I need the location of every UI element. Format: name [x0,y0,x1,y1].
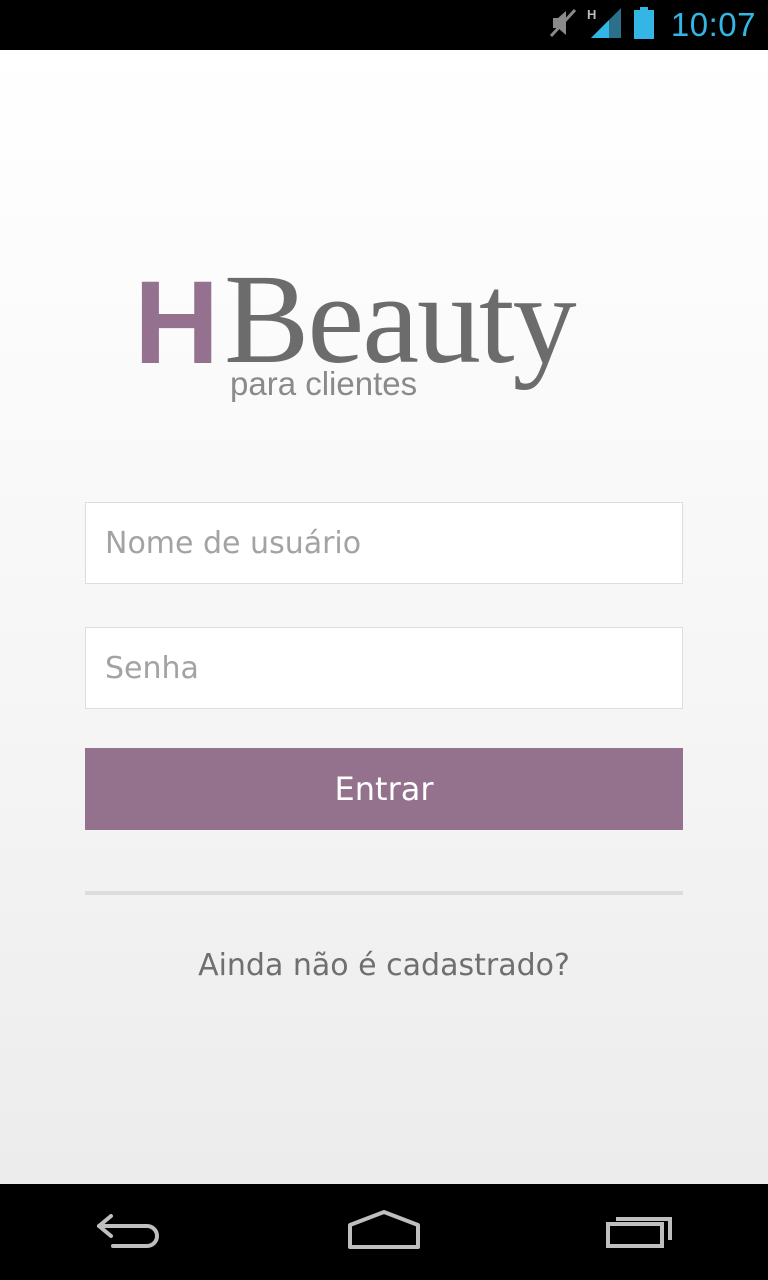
recent-apps-button[interactable] [512,1184,768,1280]
home-button[interactable] [256,1184,512,1280]
login-button[interactable]: Entrar [85,748,683,830]
status-bar: H 10:07 [0,0,768,50]
status-icons: H 10:07 [549,0,756,50]
recent-apps-icon [604,1210,676,1255]
signal-icon: H [587,7,623,44]
battery-icon [633,6,655,44]
divider [85,891,683,895]
home-icon [346,1209,422,1256]
app-logo: H Beauty para clientes [132,255,652,405]
signup-link[interactable]: Ainda não é cadastrado? [0,948,768,983]
network-type-label: H [587,7,596,22]
password-input[interactable] [85,627,683,709]
status-time: 10:07 [670,6,756,43]
back-button[interactable] [0,1184,256,1280]
logo-letter: H [134,257,219,389]
logo-word: Beauty [224,248,577,390]
back-icon [93,1210,163,1255]
login-screen: H Beauty para clientes Entrar Ainda não … [0,50,768,1184]
navigation-bar [0,1184,768,1280]
logo-subtitle: para clientes [230,365,418,402]
muted-icon [549,8,577,43]
username-input[interactable] [85,502,683,584]
